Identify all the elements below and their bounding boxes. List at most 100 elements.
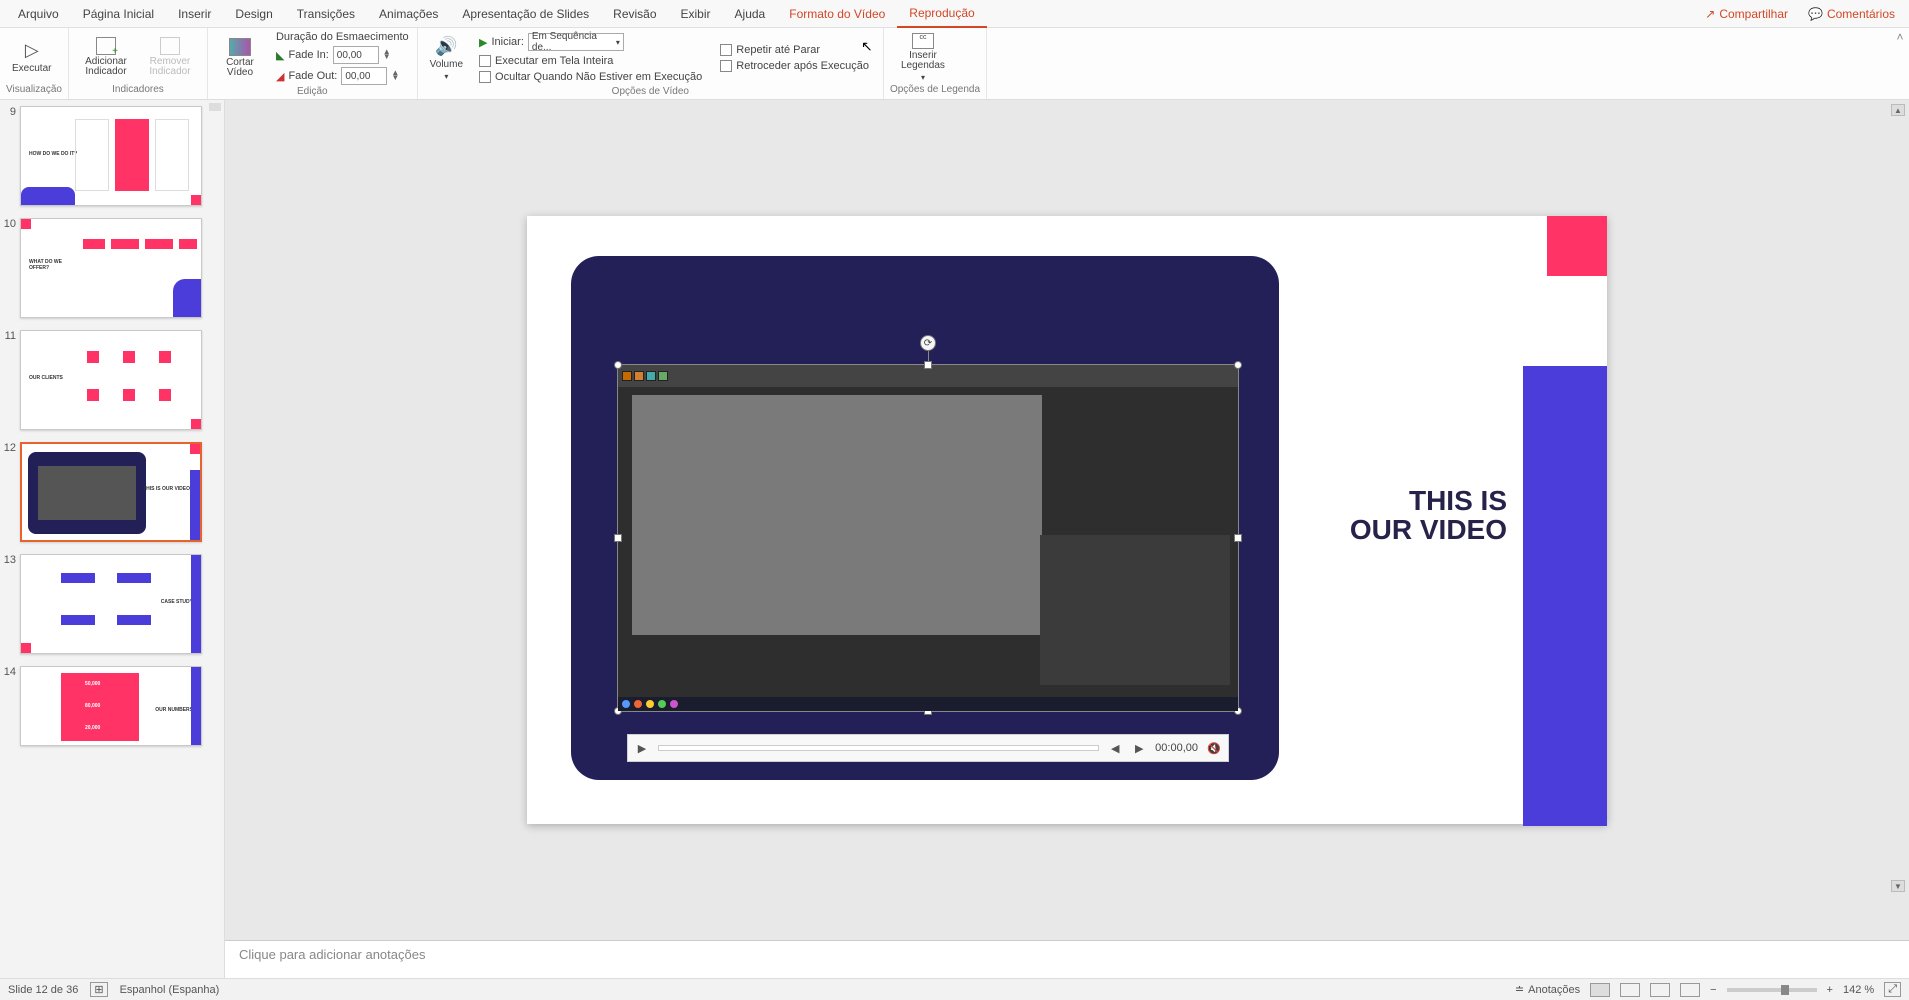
thumb-scroll-up[interactable] [209, 103, 221, 111]
sorter-view-button[interactable] [1620, 983, 1640, 997]
fullscreen-label: Executar em Tela Inteira [495, 55, 613, 67]
video-seek-track[interactable] [658, 745, 1099, 751]
ribbon: ▷ Executar Visualização + Adicionar Indi… [0, 28, 1909, 100]
ribbon-group-editing: Cortar Vídeo Duração do Esmaecimento ◣ F… [208, 28, 418, 99]
group-label-bookmarks: Indicadores [75, 84, 201, 97]
slide-stage[interactable]: ⟳ [225, 100, 1909, 940]
fit-window-button[interactable]: ⤢ [1884, 982, 1901, 997]
spinner-icon[interactable]: ▲▼ [391, 71, 399, 81]
status-bar: Slide 12 de 36 ⊞ Espanhol (Espanha) ≐Ano… [0, 978, 1909, 1000]
accent-shape-blue [1523, 366, 1607, 826]
accessibility-icon[interactable]: ⊞ [90, 982, 107, 997]
fade-in-input[interactable]: 00,00 [333, 46, 379, 64]
fade-duration-label: Duração do Esmaecimento [274, 30, 411, 44]
rewind-checkbox[interactable] [720, 60, 732, 72]
volume-button[interactable]: 🔊 Volume ▾ [424, 34, 469, 83]
ribbon-group-preview: ▷ Executar Visualização [0, 28, 69, 99]
notes-toggle[interactable]: ≐Anotações [1515, 983, 1580, 996]
fade-in-icon: ◣ [276, 49, 284, 62]
share-button[interactable]: ↗Compartilhar [1697, 3, 1796, 25]
slide-thumb-13[interactable]: 13 CASE STUDY [0, 548, 224, 660]
hide-not-playing-checkbox[interactable] [479, 71, 491, 83]
resize-handle-nw[interactable] [614, 361, 622, 369]
slideshow-view-button[interactable] [1680, 983, 1700, 997]
notes-pane[interactable]: Clique para adicionar anotações [225, 940, 1909, 978]
video-play-button[interactable]: ▶ [634, 740, 650, 756]
fade-out-input[interactable]: 00,00 [341, 67, 387, 85]
fade-in-label: Fade In: [288, 49, 328, 61]
hide-not-playing-label: Ocultar Quando Não Estiver em Execução [495, 71, 702, 83]
video-content-viewport [632, 395, 1042, 635]
trim-video-button[interactable]: Cortar Vídeo [214, 36, 266, 80]
chevron-down-icon: ▾ [616, 38, 620, 47]
trim-icon [229, 38, 251, 56]
video-mute-button[interactable]: 🔇 [1206, 740, 1222, 756]
resize-handle-w[interactable] [614, 534, 622, 542]
collapse-ribbon-button[interactable]: ˄ [1891, 28, 1909, 99]
video-object[interactable]: ⟳ [617, 364, 1239, 712]
start-label: Iniciar: [491, 36, 523, 48]
fullscreen-checkbox[interactable] [479, 55, 491, 67]
comments-button[interactable]: 💬Comentários [1800, 3, 1903, 25]
zoom-slider-knob[interactable] [1781, 985, 1789, 995]
menu-animacoes[interactable]: Animações [367, 1, 450, 27]
captions-icon: cc [912, 33, 934, 49]
start-combo[interactable]: Em Sequência de...▾ [528, 33, 624, 51]
group-label-editing: Edição [214, 86, 411, 99]
slide-canvas-area: ⟳ [225, 100, 1909, 978]
accent-shape-pink [1547, 216, 1607, 276]
menu-design[interactable]: Design [223, 1, 284, 27]
add-bookmark-button[interactable]: + Adicionar Indicador [75, 35, 137, 79]
scroll-up-icon[interactable]: ▲ [1891, 104, 1905, 116]
video-step-fwd-button[interactable]: ▶ [1131, 740, 1147, 756]
menu-exibir[interactable]: Exibir [669, 1, 723, 27]
resize-handle-n[interactable] [924, 361, 932, 369]
slide-thumb-12[interactable]: 12 THIS IS OUR VIDEO [0, 436, 224, 548]
slide-thumb-14[interactable]: 14 50,000 80,000 20,000 OUR NUMBERS [0, 660, 224, 752]
rotate-handle[interactable]: ⟳ [920, 335, 936, 351]
comment-icon: 💬 [1808, 7, 1823, 21]
insert-captions-button[interactable]: cc Inserir Legendas ▾ [890, 31, 956, 84]
ribbon-group-bookmarks: + Adicionar Indicador Remover Indicador … [69, 28, 208, 99]
reading-view-button[interactable] [1650, 983, 1670, 997]
menu-inicio[interactable]: Página Inicial [71, 1, 166, 27]
scroll-down-icon[interactable]: ▼ [1891, 880, 1905, 892]
video-step-back-button[interactable]: ◀ [1107, 740, 1123, 756]
slide-title-text[interactable]: THIS IS OUR VIDEO [1350, 486, 1507, 545]
notes-icon: ≐ [1515, 983, 1524, 996]
slide-thumb-9[interactable]: 9 HOW DO WE DO IT? [0, 100, 224, 212]
resize-handle-e[interactable] [1234, 534, 1242, 542]
slide-thumbnail-panel[interactable]: 9 HOW DO WE DO IT? 10 WHAT DO WE OFFER? [0, 100, 225, 978]
rewind-label: Retroceder após Execução [736, 60, 869, 72]
bookmark-add-icon: + [96, 37, 116, 55]
menu-revisao[interactable]: Revisão [601, 1, 668, 27]
menu-reproducao[interactable]: Reprodução [897, 0, 986, 28]
slide-counter[interactable]: Slide 12 de 36 [8, 984, 78, 996]
zoom-out-button[interactable]: − [1710, 984, 1716, 996]
video-time-display: 00:00,00 [1155, 742, 1198, 754]
menu-ajuda[interactable]: Ajuda [723, 1, 778, 27]
language-indicator[interactable]: Espanhol (Espanha) [120, 984, 220, 996]
slide-thumb-11[interactable]: 11 OUR CLIENTS [0, 324, 224, 436]
normal-view-button[interactable] [1590, 983, 1610, 997]
chevron-down-icon: ▾ [444, 72, 448, 81]
slide: ⟳ [527, 216, 1607, 824]
play-preview-button[interactable]: ▷ Executar [6, 38, 57, 76]
menu-formato-video[interactable]: Formato do Vídeo [777, 1, 897, 27]
bookmark-remove-icon [160, 37, 180, 55]
menu-apresentacao[interactable]: Apresentação de Slides [450, 1, 601, 27]
menu-arquivo[interactable]: Arquivo [6, 1, 71, 27]
spinner-icon[interactable]: ▲▼ [383, 50, 391, 60]
menu-transicoes[interactable]: Transições [285, 1, 367, 27]
fade-out-label: Fade Out: [288, 70, 337, 82]
menu-inserir[interactable]: Inserir [166, 1, 223, 27]
zoom-slider[interactable] [1727, 988, 1817, 992]
start-play-icon: ▶ [479, 36, 487, 49]
resize-handle-ne[interactable] [1234, 361, 1242, 369]
zoom-in-button[interactable]: + [1827, 984, 1833, 996]
stage-vertical-scrollbar[interactable]: ▲ ▼ [1891, 104, 1907, 894]
main-area: 9 HOW DO WE DO IT? 10 WHAT DO WE OFFER? [0, 100, 1909, 978]
zoom-level[interactable]: 142 % [1843, 984, 1874, 996]
loop-checkbox[interactable] [720, 44, 732, 56]
slide-thumb-10[interactable]: 10 WHAT DO WE OFFER? [0, 212, 224, 324]
